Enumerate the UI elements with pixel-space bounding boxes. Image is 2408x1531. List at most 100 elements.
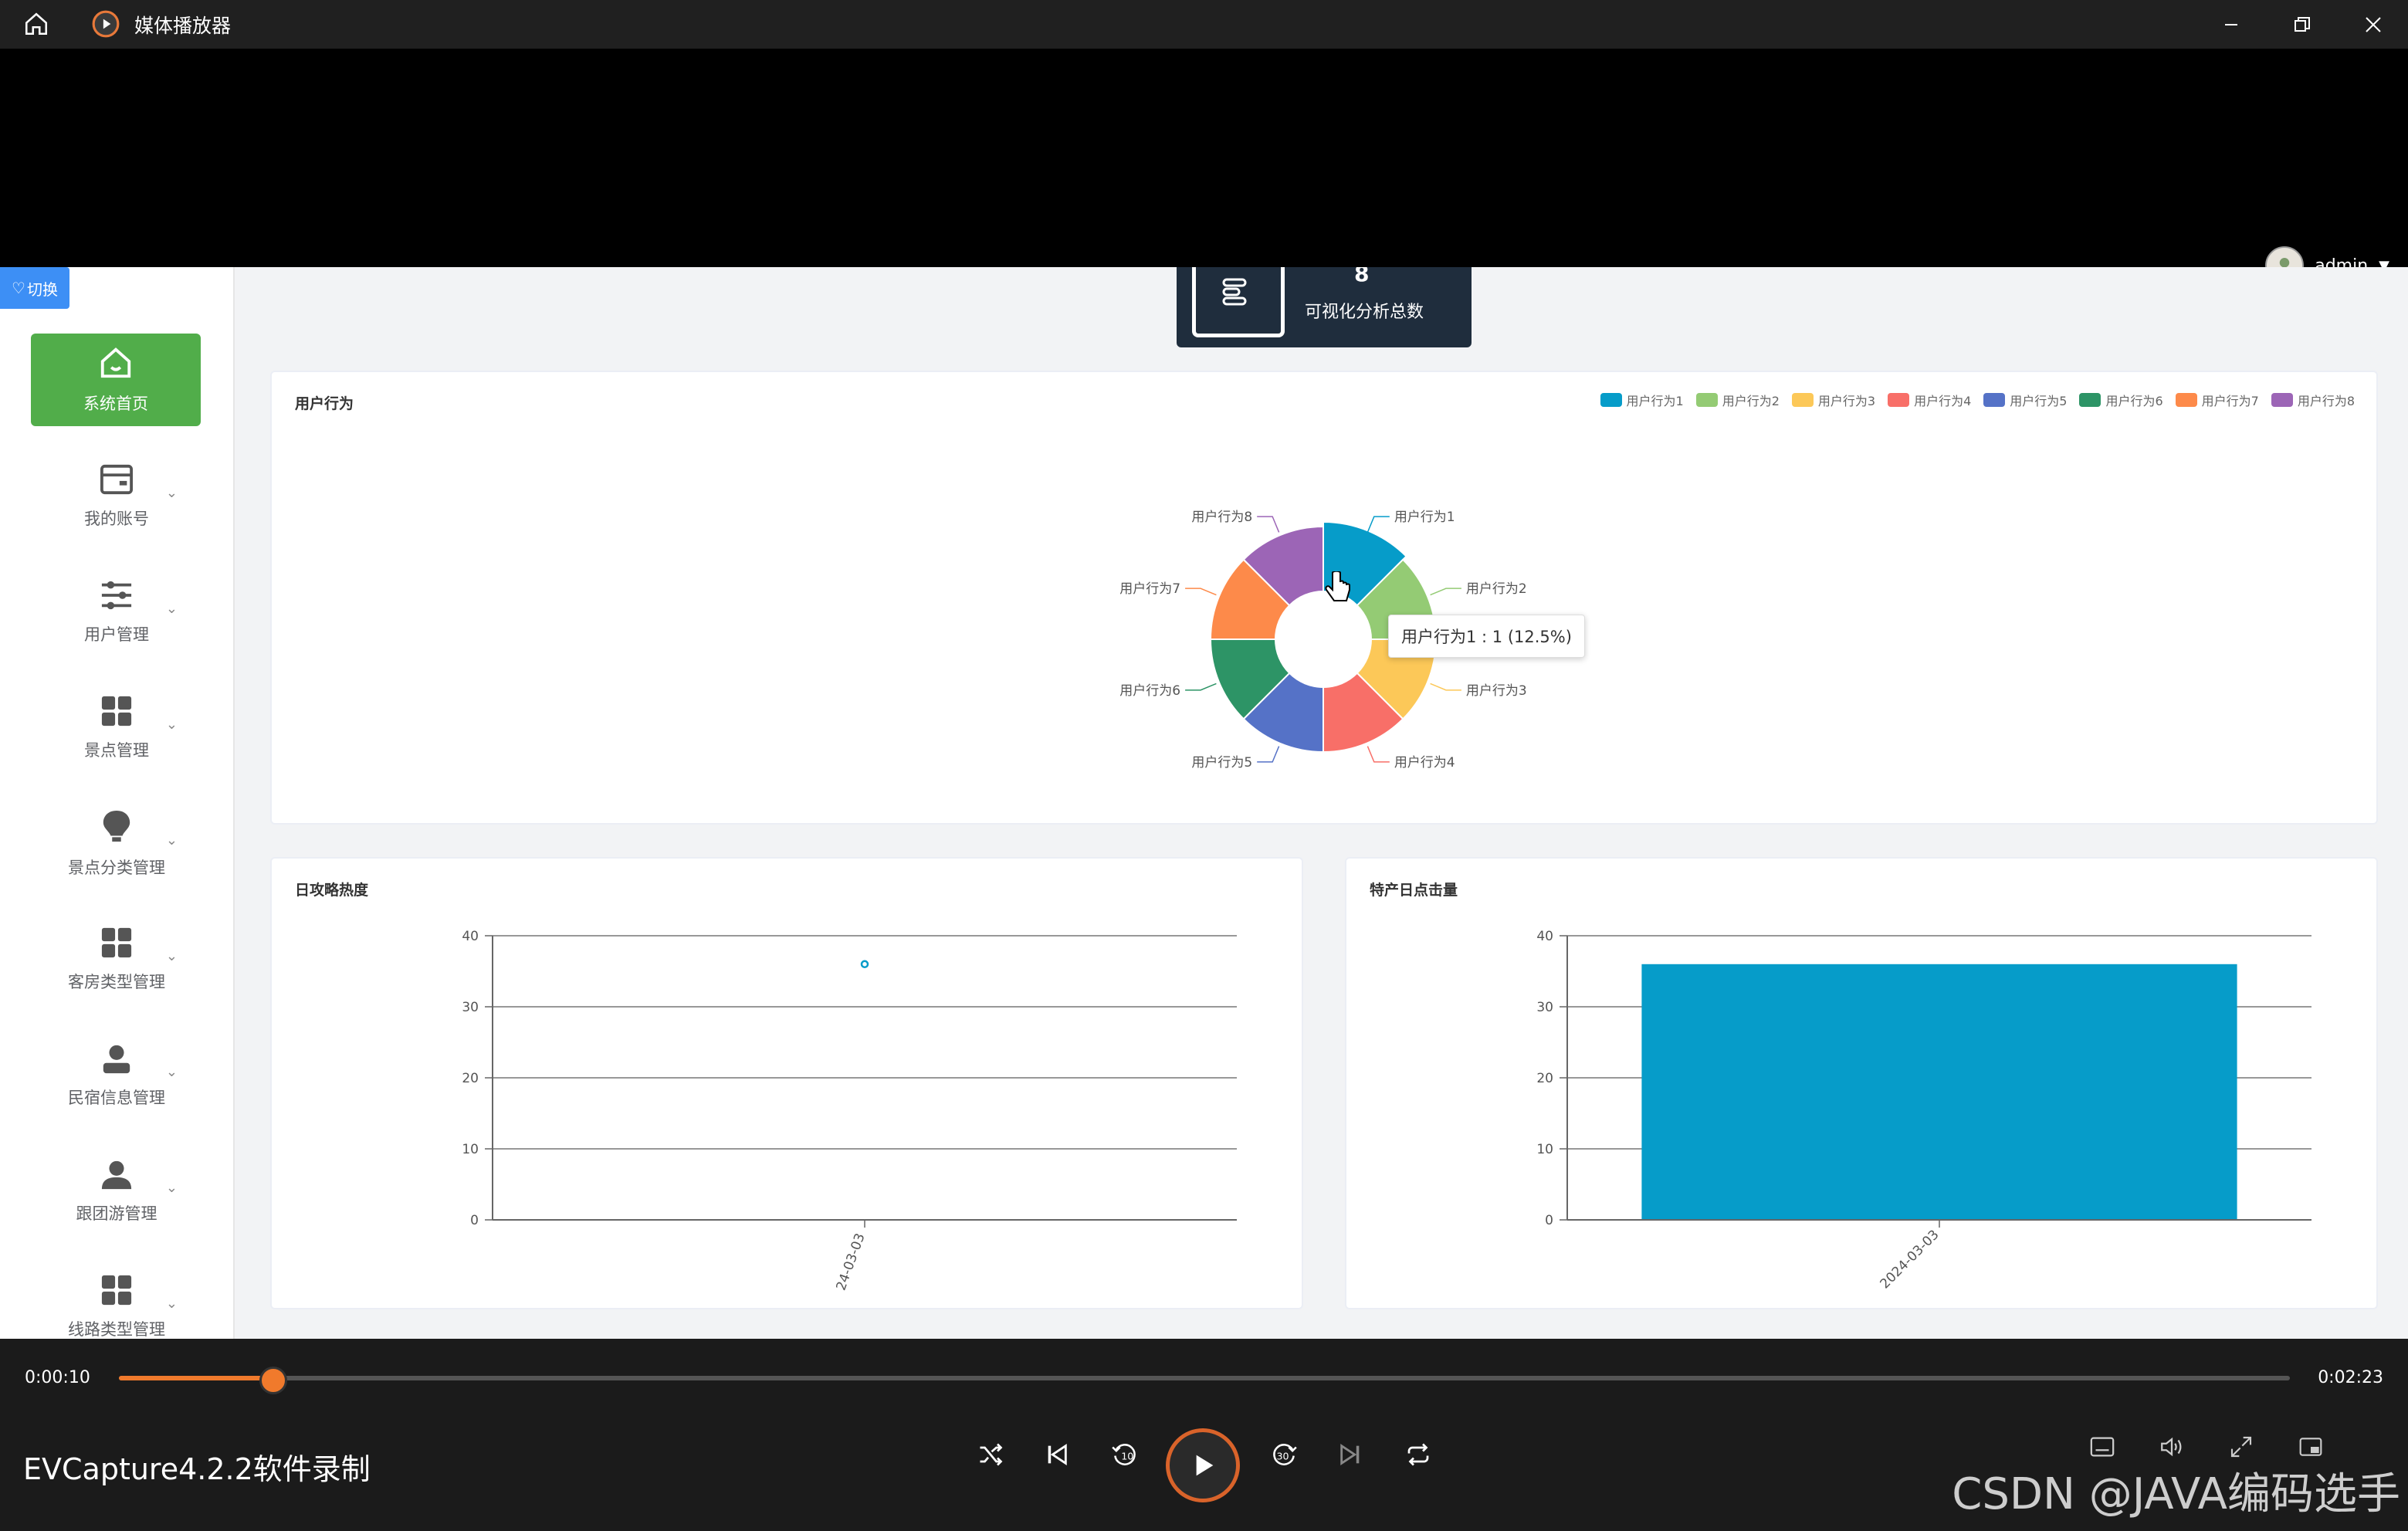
svg-text:30: 30 [1277, 1450, 1289, 1462]
y-tick-label: 0 [470, 1213, 479, 1228]
sidebar-item-group-tours[interactable]: 跟团游管理 ⌄ [0, 1133, 233, 1249]
line-chart-card: 日攻略热度 0 10 20 30 40 24-03-03 [270, 857, 1303, 1309]
switch-button[interactable]: ♡ 切换 [0, 267, 69, 309]
bar-chart: 0 10 20 30 40 2024-03-03 [1536, 929, 2311, 1292]
home-icon[interactable] [23, 11, 49, 40]
pie-label: 用户行为3 [1466, 683, 1527, 699]
pie-label-line [1185, 588, 1217, 596]
pie-label: 用户行为4 [1394, 755, 1455, 771]
x-tick-label: 2024-03-03 [1878, 1227, 1942, 1292]
subtitles-icon [2090, 1437, 2115, 1457]
pie-label-line [1257, 516, 1280, 533]
rewind-10-button[interactable]: 10 [1099, 1424, 1150, 1485]
pie-label-line [1185, 683, 1217, 691]
video-header-area: admin ▼ [0, 49, 2408, 285]
pie-label: 用户行为2 [1466, 581, 1527, 597]
chevron-down-icon: ⌄ [165, 832, 178, 848]
grid-icon [101, 1275, 132, 1306]
forward-30-button[interactable]: 30 [1258, 1424, 1309, 1485]
current-time: 0:00:10 [25, 1368, 90, 1387]
chevron-down-icon: ⌄ [165, 948, 178, 964]
sidebar-item-label: 景点管理 [84, 741, 149, 760]
minimize-button[interactable] [2196, 0, 2267, 49]
player-controls: 0:00:10 0:02:23 EVCapture4.2.2软件录制 10 30… [0, 1339, 2408, 1531]
sidebar-item-attractions[interactable]: 景点管理 ⌄ [0, 670, 233, 786]
sidebar-item-route-types[interactable]: 线路类型管理 ⌄ [0, 1249, 233, 1339]
y-tick-label: 10 [1536, 1142, 1553, 1157]
close-button[interactable] [2338, 0, 2408, 49]
y-tick-label: 30 [462, 1000, 479, 1015]
seek-bar[interactable] [119, 1367, 2290, 1394]
total-time: 0:02:23 [2318, 1368, 2383, 1387]
pie-label-line [1430, 683, 1461, 691]
user-icon [103, 1045, 130, 1074]
hand-cursor-icon [1325, 570, 1351, 608]
sidebar-item-label: 用户管理 [84, 625, 149, 644]
pie-label-line [1257, 746, 1280, 763]
y-tick-label: 40 [1536, 929, 1553, 944]
expand-icon [2230, 1436, 2252, 1458]
y-tick-label: 0 [1545, 1213, 1553, 1228]
pie-chart-card: 用户行为 用户行为1 用户行为2 用户行为3 用户行为4 用户行为5 用户行为6 用户行为7… [270, 371, 2378, 825]
sidebar-item-homestays[interactable]: 民宿信息管理 ⌄ [0, 1018, 233, 1133]
next-button[interactable] [1325, 1424, 1376, 1485]
picture-in-picture-icon [2299, 1438, 2322, 1456]
sidebar-item-users[interactable]: 用户管理 ⌄ [0, 554, 233, 670]
seek-bar-fill [119, 1376, 271, 1380]
rewind-10-icon: 10 [1112, 1444, 1136, 1465]
switch-label: 切换 [26, 279, 58, 299]
shuffle-button[interactable] [965, 1424, 1016, 1485]
x-tick-label: 24-03-03 [834, 1231, 869, 1292]
repeat-button[interactable] [1393, 1424, 1444, 1485]
sidebar-item-label: 民宿信息管理 [68, 1089, 165, 1107]
sidebar-item-account[interactable]: 我的账号 ⌄ [0, 439, 233, 554]
data-point [860, 960, 869, 969]
chevron-down-icon: ⌄ [165, 716, 178, 733]
recorder-label: EVCapture4.2.2软件录制 [23, 1452, 371, 1486]
sidebar-item-label: 系统首页 [83, 395, 148, 413]
sidebar-item-label: 跟团游管理 [76, 1204, 157, 1223]
y-tick-label: 20 [1536, 1071, 1553, 1086]
play-icon [1196, 1455, 1214, 1476]
sidebar-item-room-types[interactable]: 客房类型管理 ⌄ [0, 902, 233, 1018]
forward-30-icon: 30 [1273, 1444, 1297, 1465]
pie-label-line [1367, 746, 1390, 763]
sidebar-item-label: 我的账号 [84, 510, 149, 528]
seek-handle[interactable] [259, 1367, 287, 1394]
previous-button[interactable] [1031, 1424, 1082, 1485]
skip-next-icon [1340, 1444, 1360, 1465]
y-tick-label: 40 [462, 929, 479, 944]
pie-label: 用户行为6 [1119, 683, 1180, 699]
y-tick-label: 10 [462, 1142, 479, 1157]
restore-button[interactable] [2267, 0, 2338, 49]
pie-chart: 用户行为1 用户行为2 用户行为3 用户行为4 用户行为5 用户行为6 用户行为7 用户行为8 [1119, 510, 1527, 771]
sidebar-item-attraction-categories[interactable]: 景点分类管理 ⌄ [0, 786, 233, 902]
svg-text:10: 10 [1121, 1450, 1133, 1462]
sliders-icon [101, 581, 132, 610]
heart-icon: ♡ [12, 279, 25, 297]
chevron-down-icon: ⌄ [165, 1180, 178, 1196]
bulb-icon [103, 811, 130, 842]
media-player-logo-icon [91, 9, 120, 42]
pie-label: 用户行为7 [1119, 581, 1180, 597]
sidebar-item-home[interactable]: 系统首页 [31, 334, 201, 426]
y-tick-label: 30 [1536, 1000, 1553, 1015]
pie-label: 用户行为1 [1394, 510, 1455, 525]
stat-card: 8 可视化分析总数 [1177, 267, 1472, 347]
watermark: CSDN @JAVA编码选手 [1952, 1469, 2400, 1519]
stat-label: 可视化分析总数 [1305, 303, 1424, 322]
grid-icon [101, 927, 132, 958]
home-icon [100, 347, 131, 378]
sidebar-item-label: 线路类型管理 [68, 1320, 165, 1339]
line-chart: 0 10 20 30 40 24-03-03 [462, 929, 1237, 1292]
chevron-down-icon: ⌄ [165, 1064, 178, 1080]
chevron-down-icon: ⌄ [165, 601, 178, 617]
play-button[interactable] [1166, 1428, 1240, 1502]
chevron-down-icon: ⌄ [165, 1296, 178, 1312]
bar [1641, 964, 2237, 1220]
title-bar: 媒体播放器 [0, 0, 2408, 49]
list-icon [1192, 267, 1285, 337]
volume-icon [2161, 1437, 2182, 1457]
repeat-icon [1407, 1443, 1429, 1466]
chevron-down-icon: ⌄ [165, 485, 178, 501]
